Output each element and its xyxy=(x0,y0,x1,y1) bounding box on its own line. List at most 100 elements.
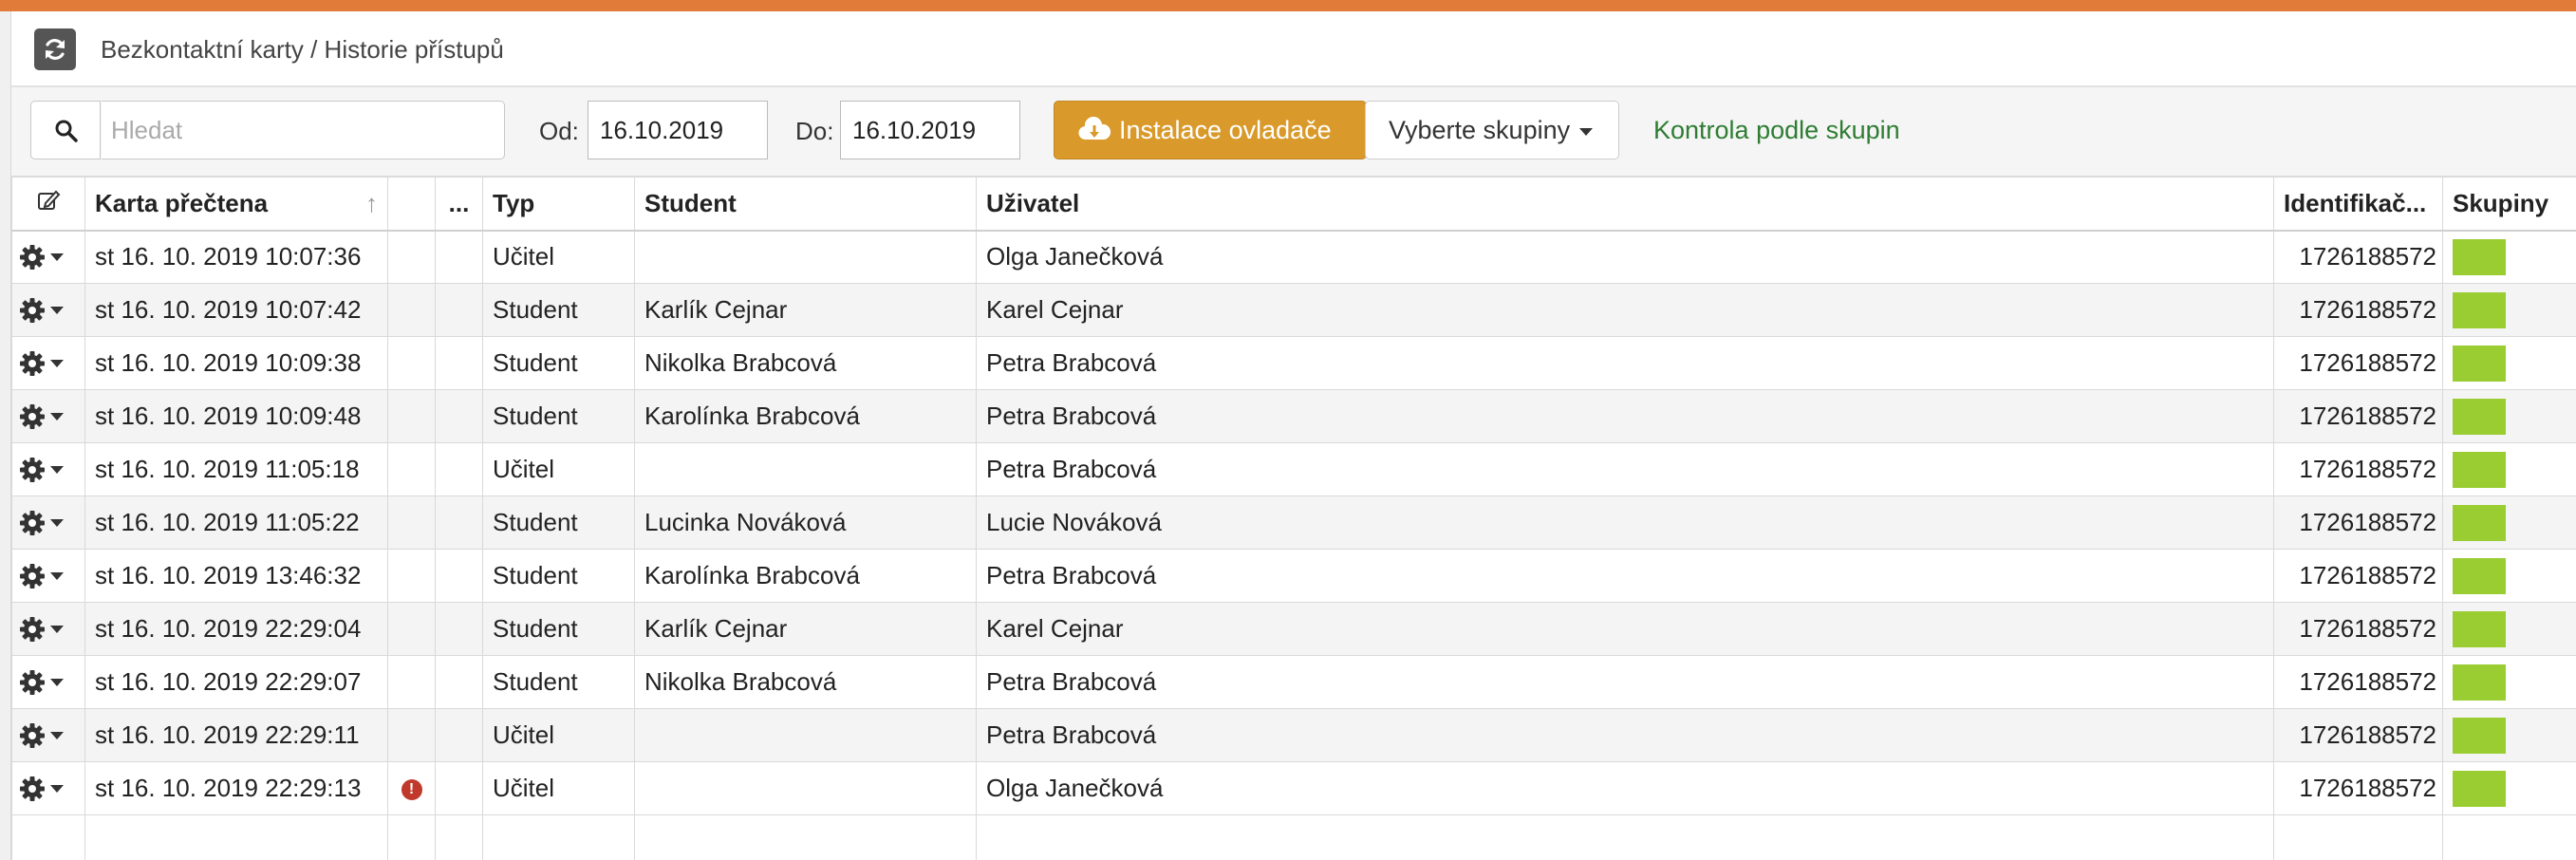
from-label: Od: xyxy=(539,117,579,145)
caret-down-icon xyxy=(50,784,64,793)
cell-card-read: st 16. 10. 2019 10:07:42 xyxy=(84,283,388,337)
caret-down-icon xyxy=(50,518,64,527)
cell-type: Student xyxy=(482,336,635,390)
table-row[interactable]: st 16. 10. 2019 10:09:48 Student Karolínka… xyxy=(11,389,2576,443)
table-row[interactable]: st 16. 10. 2019 22:29:11 Učitel Petra Brab… xyxy=(11,708,2576,762)
install-driver-button[interactable]: Instalace ovladače xyxy=(1054,101,1367,159)
column-header-card-read[interactable]: Karta přečtena ↑ xyxy=(84,177,388,232)
cell-student xyxy=(634,230,977,284)
cell-error xyxy=(387,389,436,443)
cell-more xyxy=(435,655,483,709)
cell-student: Karlík Cejnar xyxy=(634,283,977,337)
column-header-card-read-label: Karta přečtena xyxy=(95,188,269,217)
cell-type: Student xyxy=(482,602,635,656)
gear-icon xyxy=(20,563,45,589)
cell-student xyxy=(634,761,977,815)
caret-down-icon xyxy=(50,625,64,633)
row-actions-menu[interactable] xyxy=(11,708,85,762)
table-row[interactable]: st 16. 10. 2019 22:29:04 Student Karlík Ce… xyxy=(11,602,2576,656)
cell-user: Petra Brabcová xyxy=(976,708,2274,762)
column-header-more[interactable]: ... xyxy=(435,177,483,232)
cell-type: Student xyxy=(482,655,635,709)
column-header-user[interactable]: Uživatel xyxy=(976,177,2274,232)
column-header-student[interactable]: Student xyxy=(634,177,977,232)
cell-error xyxy=(387,442,436,496)
table-row[interactable]: st 16. 10. 2019 11:05:18 Učitel Petra Brab… xyxy=(11,442,2576,496)
cell-card-read: st 16. 10. 2019 22:29:04 xyxy=(84,602,388,656)
edit-column-header[interactable] xyxy=(11,177,85,232)
table-row[interactable]: st 16. 10. 2019 11:05:22 Student Lucinka N… xyxy=(11,495,2576,550)
breadcrumb: Bezkontaktní karty / Historie přístupů xyxy=(101,35,504,64)
group-swatch xyxy=(2453,398,2506,435)
search-button[interactable] xyxy=(30,101,101,159)
table-row[interactable]: st 16. 10. 2019 10:09:38 Student Nikolka B… xyxy=(11,336,2576,390)
row-actions-menu[interactable] xyxy=(11,442,85,496)
cell-student xyxy=(634,442,977,496)
cell-error xyxy=(387,602,436,656)
empty-cell xyxy=(976,814,2274,860)
table-row[interactable]: st 16. 10. 2019 10:07:42 Student Karlík Ce… xyxy=(11,283,2576,337)
row-actions-menu[interactable] xyxy=(11,230,85,284)
install-driver-label: Instalace ovladače xyxy=(1119,115,1332,144)
table-row[interactable]: st 16. 10. 2019 10:07:36 Učitel Olga Janeč… xyxy=(11,230,2576,284)
cell-more xyxy=(435,442,483,496)
row-actions-menu[interactable] xyxy=(11,495,85,550)
table-row[interactable]: st 16. 10. 2019 22:29:07 Student Nikolka B… xyxy=(11,655,2576,709)
empty-cell xyxy=(2273,814,2443,860)
gear-icon xyxy=(20,669,45,695)
empty-cell xyxy=(435,814,483,860)
table-row-empty xyxy=(11,814,2576,860)
cell-type: Student xyxy=(482,549,635,603)
row-actions-menu[interactable] xyxy=(11,389,85,443)
cell-type: Student xyxy=(482,283,635,337)
cell-ident: 1726188572 xyxy=(2273,389,2443,443)
column-header-error xyxy=(387,177,436,232)
cell-user: Karel Cejnar xyxy=(976,283,2274,337)
column-header-ident[interactable]: Identifikač... xyxy=(2273,177,2443,232)
column-header-type[interactable]: Typ xyxy=(482,177,635,232)
cell-type: Učitel xyxy=(482,708,635,762)
sort-asc-icon: ↑ xyxy=(365,188,378,217)
cell-groups xyxy=(2442,761,2576,815)
caret-down-icon xyxy=(50,465,64,474)
row-actions-menu[interactable] xyxy=(11,336,85,390)
cell-more xyxy=(435,283,483,337)
cell-type: Student xyxy=(482,495,635,550)
row-actions-menu[interactable] xyxy=(11,761,85,815)
cell-error xyxy=(387,230,436,284)
row-actions-menu[interactable] xyxy=(11,602,85,656)
cell-groups xyxy=(2442,549,2576,603)
select-groups-dropdown[interactable]: Vyberte skupiny xyxy=(1365,101,1619,159)
cell-user: Lucie Nováková xyxy=(976,495,2274,550)
cell-groups xyxy=(2442,708,2576,762)
left-strip xyxy=(0,11,11,860)
empty-cell xyxy=(482,814,635,860)
check-by-groups-link[interactable]: Kontrola podle skupin xyxy=(1653,114,1900,146)
from-date-input[interactable] xyxy=(588,101,768,159)
to-date-input[interactable] xyxy=(840,101,1020,159)
cell-ident: 1726188572 xyxy=(2273,549,2443,603)
group-swatch xyxy=(2453,345,2506,382)
cell-user: Petra Brabcová xyxy=(976,655,2274,709)
cell-card-read: st 16. 10. 2019 10:09:48 xyxy=(84,389,388,443)
cell-groups xyxy=(2442,442,2576,496)
row-actions-menu[interactable] xyxy=(11,655,85,709)
cell-more xyxy=(435,708,483,762)
table-row[interactable]: st 16. 10. 2019 22:29:13! Učitel Olga Jane… xyxy=(11,761,2576,815)
cell-error xyxy=(387,495,436,550)
gear-icon xyxy=(20,776,45,801)
refresh-button[interactable] xyxy=(34,28,76,70)
cell-ident: 1726188572 xyxy=(2273,655,2443,709)
search-input[interactable] xyxy=(102,101,505,159)
cell-student: Nikolka Brabcová xyxy=(634,336,977,390)
edit-icon xyxy=(38,190,61,210)
row-actions-menu[interactable] xyxy=(11,283,85,337)
group-swatch xyxy=(2453,238,2506,275)
search-icon xyxy=(55,120,78,142)
cell-groups xyxy=(2442,602,2576,656)
gear-icon xyxy=(20,297,45,323)
table-row[interactable]: st 16. 10. 2019 13:46:32 Student Karolínka… xyxy=(11,549,2576,603)
row-actions-menu[interactable] xyxy=(11,549,85,603)
column-header-groups[interactable]: Skupiny xyxy=(2442,177,2576,232)
empty-cell xyxy=(387,814,436,860)
